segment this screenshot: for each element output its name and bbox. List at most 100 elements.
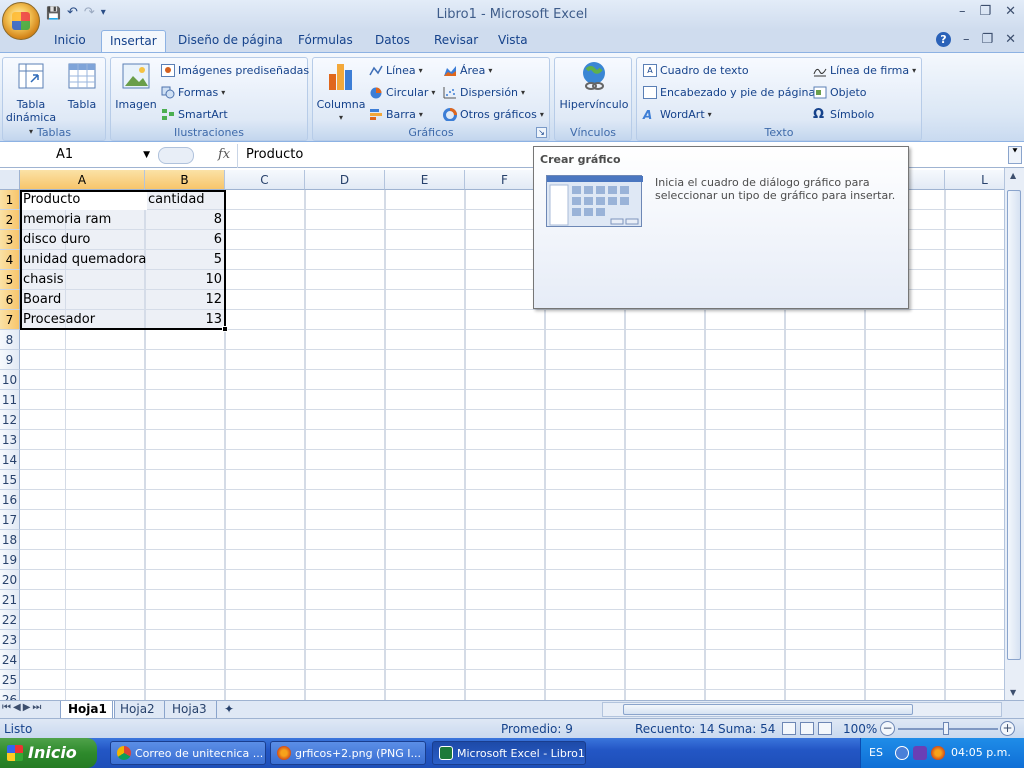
table-cell[interactable]: unidad quemadora (20, 250, 146, 270)
zoom-slider-knob[interactable] (943, 722, 949, 735)
table-cell[interactable]: memoria ram (20, 210, 145, 230)
sheet-tab-hoja1[interactable]: Hoja1 (60, 701, 115, 719)
horizontal-scrollbar[interactable] (602, 702, 1002, 717)
taskbar-item-excel[interactable]: Microsoft Excel - Libro1 (432, 741, 586, 765)
text-box-button[interactable]: A Cuadro de texto (643, 64, 749, 77)
row-header[interactable]: 7 (0, 310, 20, 330)
pie-chart-button[interactable]: Circular ▾ (369, 86, 435, 99)
row-header[interactable]: 6 (0, 290, 20, 310)
signature-line-button[interactable]: Línea de firma ▾ (813, 64, 916, 77)
column-header[interactable]: D (305, 170, 385, 190)
bar-chart-button[interactable]: Barra ▾ (369, 108, 423, 121)
table-cell[interactable]: disco duro (20, 230, 145, 250)
tab-inicio[interactable]: Inicio (54, 33, 86, 47)
minimize-icon[interactable]: – (959, 4, 966, 19)
tray-firefox-icon[interactable] (931, 746, 945, 760)
other-charts-button[interactable]: Otros gráficos ▾ (443, 108, 544, 122)
column-header[interactable]: L (945, 170, 1004, 190)
tab-insertar[interactable]: Insertar (101, 30, 166, 53)
area-chart-button[interactable]: Área ▾ (443, 64, 492, 77)
row-header[interactable]: 15 (0, 470, 20, 490)
scatter-chart-button[interactable]: Dispersión ▾ (443, 86, 525, 99)
tray-app-icon[interactable] (913, 746, 927, 760)
workbook-minimize-icon[interactable]: – (963, 32, 970, 47)
shapes-button[interactable]: Formas ▾ (161, 86, 225, 99)
row-header[interactable]: 21 (0, 590, 20, 610)
restore-icon[interactable]: ❐ (979, 4, 991, 19)
column-chart-button[interactable]: Columna ▾ (315, 60, 367, 124)
workbook-restore-icon[interactable]: ❐ (981, 32, 993, 47)
header-footer-button[interactable]: Encabezado y pie de página (643, 86, 815, 99)
row-header[interactable]: 20 (0, 570, 20, 590)
start-button[interactable]: Inicio (0, 738, 97, 768)
formula-bar-resize-handle[interactable] (158, 147, 194, 164)
sheet-tab-hoja3[interactable]: Hoja3 (164, 701, 214, 719)
scroll-down-icon[interactable]: ▼ (1010, 688, 1016, 697)
column-header[interactable]: A (20, 170, 145, 190)
office-button[interactable] (2, 2, 40, 40)
language-indicator[interactable]: ES (869, 746, 883, 759)
help-icon[interactable]: ? (935, 32, 951, 47)
horizontal-scroll-thumb[interactable] (623, 704, 913, 715)
expand-formula-bar-icon[interactable]: ⯆ (1008, 146, 1022, 164)
insert-sheet-icon[interactable]: ✦ (216, 701, 250, 719)
taskbar-item-firefox[interactable]: grficos+2.png (PNG I... (270, 741, 426, 765)
zoom-out-icon[interactable]: − (880, 721, 895, 736)
table-cell[interactable]: Producto (20, 190, 145, 210)
column-header[interactable]: B (145, 170, 225, 190)
tab-formulas[interactable]: Fórmulas (298, 33, 353, 47)
table-cell[interactable]: 12 (145, 290, 225, 310)
sheet-tab-hoja2[interactable]: Hoja2 (112, 701, 162, 719)
table-cell[interactable]: 13 (145, 310, 225, 330)
row-header[interactable]: 8 (0, 330, 20, 350)
row-header[interactable]: 4 (0, 250, 20, 270)
table-cell[interactable]: Procesador (20, 310, 145, 330)
vertical-scroll-thumb[interactable] (1007, 190, 1021, 660)
row-header[interactable]: 10 (0, 370, 20, 390)
zoom-level[interactable]: 100% (843, 722, 877, 736)
row-header[interactable]: 11 (0, 390, 20, 410)
insert-function-icon[interactable]: fx (218, 147, 230, 162)
row-header[interactable]: 18 (0, 530, 20, 550)
row-header[interactable]: 3 (0, 230, 20, 250)
row-header[interactable]: 22 (0, 610, 20, 630)
zoom-in-icon[interactable]: + (1000, 721, 1015, 736)
select-all-corner[interactable] (0, 170, 20, 190)
table-cell[interactable]: Board (20, 290, 145, 310)
table-button[interactable]: Tabla (59, 60, 105, 111)
page-break-view-icon[interactable] (818, 722, 832, 735)
row-header[interactable]: 23 (0, 630, 20, 650)
row-header[interactable]: 9 (0, 350, 20, 370)
tab-vista[interactable]: Vista (498, 33, 528, 47)
column-header[interactable]: C (225, 170, 305, 190)
row-header[interactable]: 26 (0, 690, 20, 700)
sheet-navigation-icons[interactable]: ⏮◀▶⏭ (2, 702, 43, 713)
name-box-dropdown-icon[interactable]: ▼ (143, 145, 150, 165)
formula-input[interactable]: Producto (246, 147, 303, 162)
row-header[interactable]: 19 (0, 550, 20, 570)
table-cell[interactable]: 10 (145, 270, 225, 290)
row-header[interactable]: 5 (0, 270, 20, 290)
table-cell[interactable]: cantidad (145, 190, 225, 210)
row-header[interactable]: 1 (0, 190, 20, 210)
page-layout-view-icon[interactable] (800, 722, 814, 735)
taskbar-item-chrome[interactable]: Correo de unitecnica ... (110, 741, 266, 765)
symbol-button[interactable]: Ω Símbolo (813, 108, 874, 121)
hyperlink-button[interactable]: Hipervínculo (557, 60, 631, 111)
row-header[interactable]: 12 (0, 410, 20, 430)
vertical-scrollbar[interactable]: ▲ ▼ (1004, 168, 1024, 700)
table-cell[interactable]: 8 (145, 210, 225, 230)
row-header[interactable]: 13 (0, 430, 20, 450)
name-box[interactable]: A1 ▼ (0, 145, 152, 166)
workbook-close-icon[interactable]: ✕ (1005, 32, 1016, 47)
table-cell[interactable]: 5 (145, 250, 225, 270)
tab-datos[interactable]: Datos (375, 33, 410, 47)
scroll-up-icon[interactable]: ▲ (1010, 171, 1016, 180)
clip-art-button[interactable]: Imágenes prediseñadas (161, 64, 309, 77)
row-header[interactable]: 2 (0, 210, 20, 230)
row-header[interactable]: 24 (0, 650, 20, 670)
row-header[interactable]: 17 (0, 510, 20, 530)
picture-button[interactable]: Imagen (113, 60, 159, 111)
smartart-button[interactable]: SmartArt (161, 108, 228, 121)
column-header[interactable]: E (385, 170, 465, 190)
